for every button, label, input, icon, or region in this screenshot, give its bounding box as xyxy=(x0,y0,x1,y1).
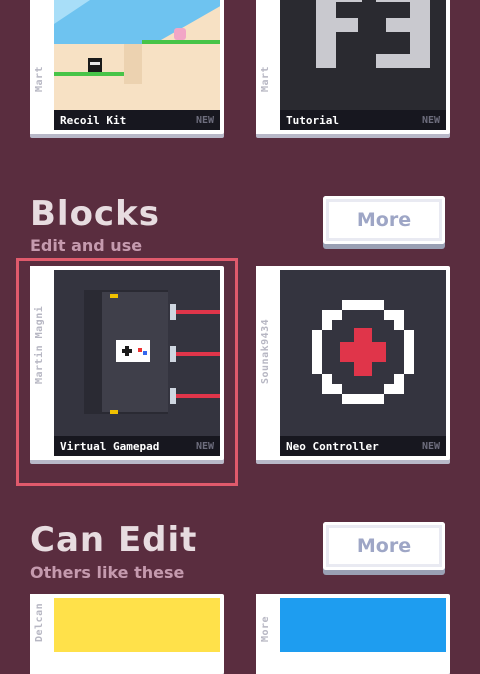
card-footer: Tutorial NEW xyxy=(280,110,446,130)
section-subtitle-blocks: Edit and use xyxy=(30,236,143,255)
card-footer: Neo Controller NEW xyxy=(280,436,446,456)
game-card-partial-yellow[interactable]: Delcan xyxy=(30,594,224,674)
game-card-recoil-kit[interactable]: Mart Recoil Kit NEW xyxy=(30,0,224,134)
card-thumbnail xyxy=(280,270,446,438)
tutorial-art xyxy=(280,0,446,94)
card-thumbnail xyxy=(54,598,220,652)
more-button-can-edit[interactable]: More xyxy=(323,522,445,570)
section-title-blocks: Blocks xyxy=(30,194,160,234)
card-title: Neo Controller xyxy=(286,439,379,453)
game-card-partial-blue[interactable]: More xyxy=(256,594,450,674)
more-button-blocks[interactable]: More xyxy=(323,196,445,244)
card-author: More xyxy=(260,615,271,642)
section-title-can-edit: Can Edit xyxy=(30,520,198,560)
new-badge: NEW xyxy=(421,114,440,126)
new-badge: NEW xyxy=(195,114,214,126)
section-subtitle-can-edit: Others like these xyxy=(30,563,185,582)
card-author: Sounak9434 xyxy=(260,318,271,384)
game-card-neo-controller[interactable]: Sounak9434 Neo Controller NEW xyxy=(256,266,450,460)
card-footer: Recoil Kit NEW xyxy=(54,110,220,130)
card-title: Tutorial xyxy=(286,113,339,127)
card-thumbnail xyxy=(54,0,220,112)
recoil-kit-art xyxy=(54,0,220,94)
game-card-tutorial[interactable]: Mart Tutorial NEW xyxy=(256,0,450,134)
card-thumbnail xyxy=(280,598,446,652)
new-badge: NEW xyxy=(421,440,440,452)
card-author: Mart xyxy=(260,65,271,92)
card-author: Mart xyxy=(34,65,45,92)
neo-controller-art xyxy=(280,270,446,434)
card-author: Delcan xyxy=(34,602,45,642)
selection-highlight xyxy=(16,258,238,486)
card-title: Recoil Kit xyxy=(60,113,127,127)
card-thumbnail xyxy=(280,0,446,112)
